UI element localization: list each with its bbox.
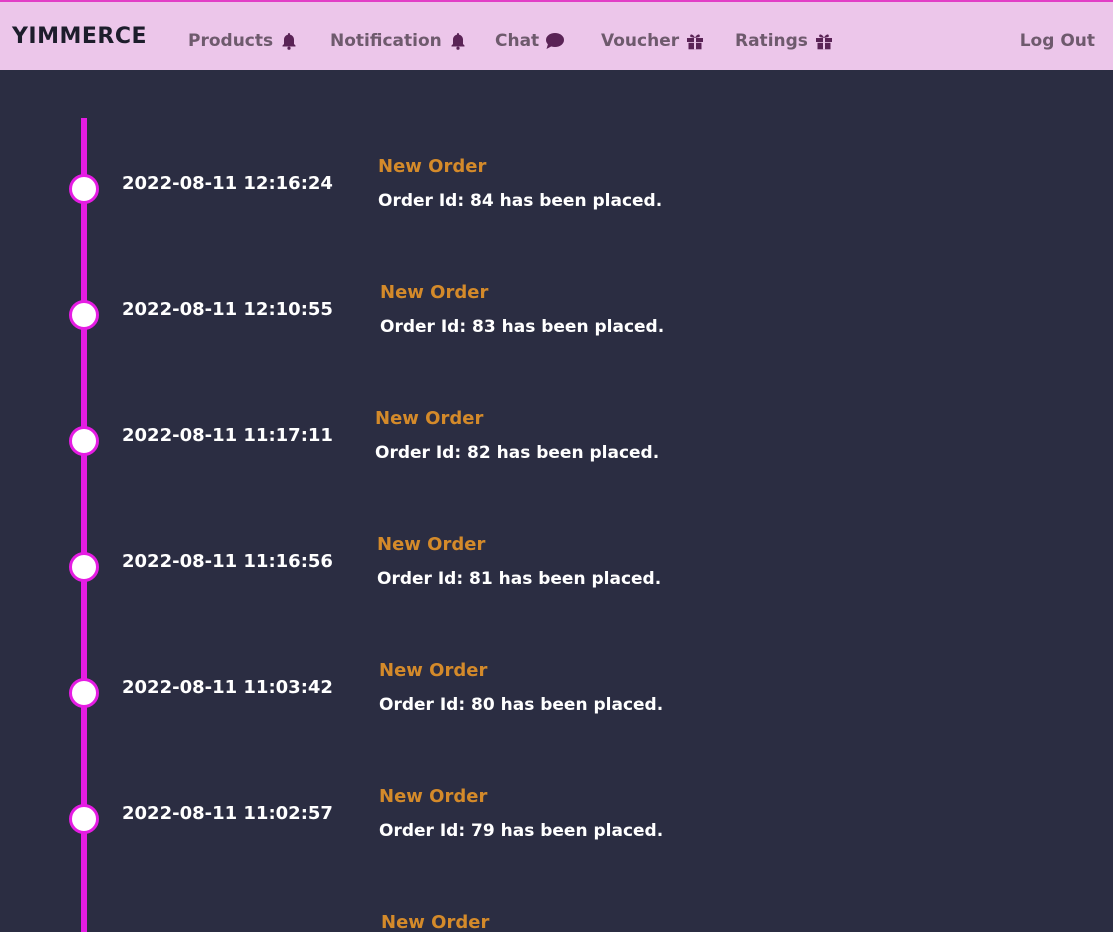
gift-icon: [814, 31, 834, 51]
nav-item-label: Products: [188, 31, 274, 51]
gift-icon: [685, 31, 705, 51]
timeline-event: 2022-08-11 12:10:55 New Order Order Id: …: [0, 244, 1113, 370]
timeline-event: New Order: [0, 874, 1113, 932]
timeline-dot: [69, 426, 99, 456]
event-date: 2022-08-11 12:16:24: [122, 173, 333, 194]
bell-icon: [279, 31, 299, 51]
timeline-event: 2022-08-11 12:16:24 New Order Order Id: …: [0, 118, 1113, 244]
event-description: Order Id: 82 has been placed.: [375, 443, 660, 463]
chat-bubble-icon: [545, 31, 565, 51]
event-title: New Order: [379, 660, 488, 681]
nav-item-label: Voucher: [601, 31, 680, 51]
event-title: New Order: [381, 912, 490, 932]
timeline-event: 2022-08-11 11:16:56 New Order Order Id: …: [0, 496, 1113, 622]
event-title: New Order: [375, 408, 484, 429]
timeline-event: 2022-08-11 11:17:11 New Order Order Id: …: [0, 370, 1113, 496]
nav-item-products[interactable]: Products: [188, 31, 299, 51]
event-date: 2022-08-11 12:10:55: [122, 299, 333, 320]
timeline-dot: [69, 174, 99, 204]
event-description: Order Id: 79 has been placed.: [379, 821, 664, 841]
logout-button[interactable]: Log Out: [1020, 31, 1095, 51]
nav-item-voucher[interactable]: Voucher: [601, 31, 705, 51]
event-title: New Order: [377, 534, 486, 555]
event-date: 2022-08-11 11:17:11: [122, 425, 333, 446]
event-date: 2022-08-11 11:03:42: [122, 677, 333, 698]
timeline-dot: [69, 300, 99, 330]
event-title: New Order: [379, 786, 488, 807]
nav-item-ratings[interactable]: Ratings: [735, 31, 834, 51]
event-date: 2022-08-11 11:02:57: [122, 803, 333, 824]
event-description: Order Id: 83 has been placed.: [380, 317, 665, 337]
timeline-dot: [69, 552, 99, 582]
event-title: New Order: [378, 156, 487, 177]
nav-item-label: Ratings: [735, 31, 808, 51]
nav-item-notification[interactable]: Notification: [330, 31, 468, 51]
nav-item-label: Chat: [495, 31, 540, 51]
brand-logo[interactable]: YIMMERCE: [12, 24, 147, 49]
bell-icon: [448, 31, 468, 51]
event-date: 2022-08-11 11:16:56: [122, 551, 333, 572]
event-description: Order Id: 80 has been placed.: [379, 695, 664, 715]
event-description: Order Id: 84 has been placed.: [378, 191, 663, 211]
nav-item-label: Notification: [330, 31, 442, 51]
nav-item-chat[interactable]: Chat: [495, 31, 565, 51]
timeline-dot: [69, 804, 99, 834]
event-description: Order Id: 81 has been placed.: [377, 569, 662, 589]
timeline-event: 2022-08-11 11:02:57 New Order Order Id: …: [0, 748, 1113, 874]
timeline-event: 2022-08-11 11:03:42 New Order Order Id: …: [0, 622, 1113, 748]
event-title: New Order: [380, 282, 489, 303]
timeline-dot: [69, 678, 99, 708]
navbar: YIMMERCE Products Notification Chat Vouc…: [0, 0, 1113, 70]
